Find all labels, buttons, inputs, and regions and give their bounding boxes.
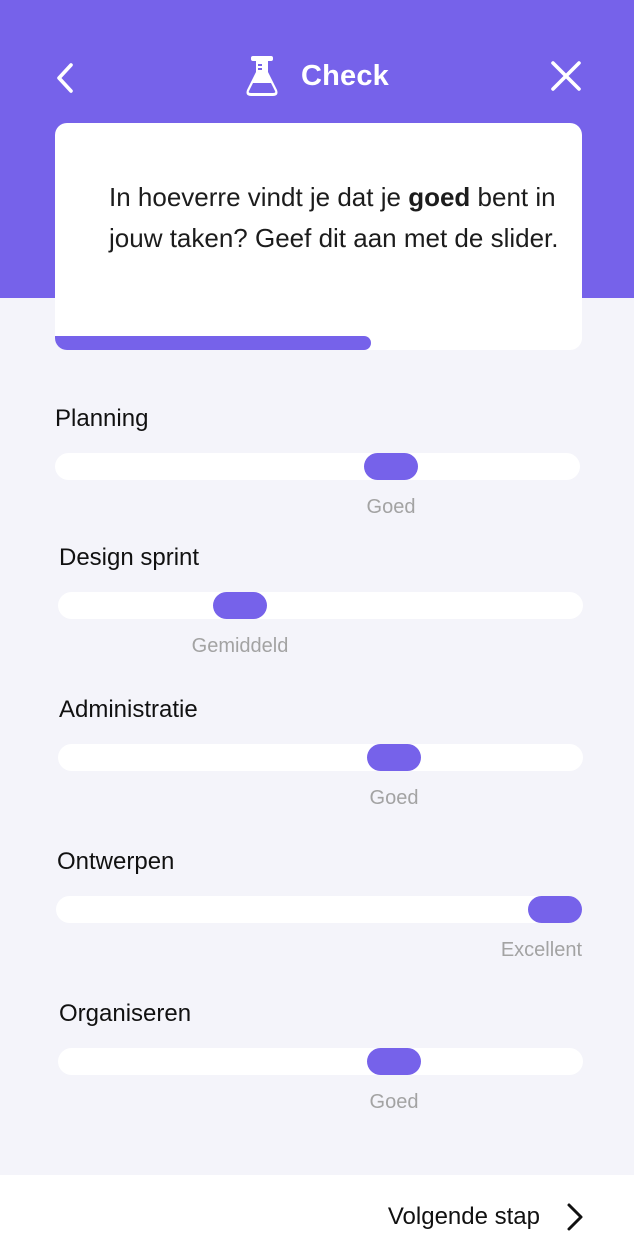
flask-icon: [246, 56, 278, 96]
close-button[interactable]: [546, 56, 586, 96]
next-step-button[interactable]: Volgende stap: [388, 1197, 584, 1237]
slider-track[interactable]: Goed: [58, 744, 583, 809]
slider-label: Planning: [55, 405, 149, 432]
slider-value-label: Goed: [366, 496, 416, 518]
question-emphasis: goed: [408, 182, 471, 212]
close-icon: [551, 61, 581, 91]
slider-thumb[interactable]: [528, 896, 582, 923]
slider-value-label: Excellent: [500, 939, 582, 961]
question-card: In hoeverre vindt je dat je goed bent in…: [55, 123, 582, 350]
header-title-group: Check: [0, 50, 634, 102]
slider-thumb[interactable]: [364, 453, 418, 480]
page-title: Check: [300, 59, 390, 92]
footer: Volgende stap: [0, 1175, 634, 1255]
slider-label: Design sprint: [59, 544, 200, 571]
slider-thumb[interactable]: [367, 1048, 421, 1075]
slider-track[interactable]: Goed: [55, 453, 580, 518]
slider-label: Organiseren: [59, 1000, 192, 1027]
slider-track[interactable]: Gemiddeld: [58, 592, 583, 657]
slider-value-label: Gemiddeld: [191, 635, 289, 657]
progress-fill: [55, 336, 372, 350]
progress-bar: [55, 336, 582, 350]
slider-thumb[interactable]: [367, 744, 421, 771]
next-step-label: Volgende stap: [387, 1203, 540, 1230]
slider-value-label: Goed: [369, 787, 419, 809]
question-text: In hoeverre vindt je dat je goed bent in…: [109, 182, 559, 253]
app-screen: Check In hoeverre vindt je dat je goed b…: [0, 0, 634, 1255]
slider-label: Administratie: [59, 696, 198, 723]
slider-track[interactable]: Goed: [58, 1048, 583, 1113]
slider-track[interactable]: Excellent: [56, 896, 582, 961]
chevron-right-icon: [567, 1203, 583, 1231]
slider-label: Ontwerpen: [57, 848, 175, 875]
slider-value-label: Goed: [369, 1091, 419, 1113]
slider-thumb[interactable]: [213, 592, 267, 619]
